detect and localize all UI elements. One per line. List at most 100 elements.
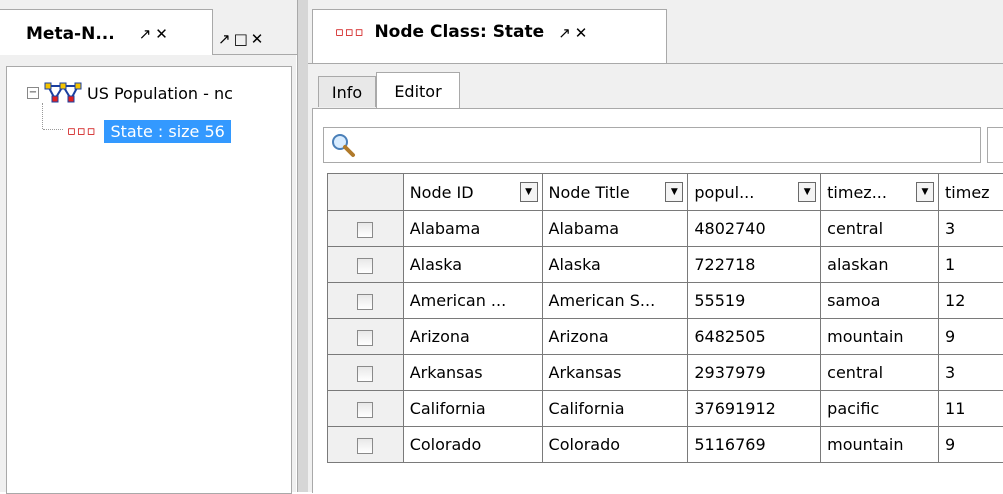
cell-timezone[interactable]: pacific (821, 391, 939, 427)
checkbox-icon[interactable] (357, 438, 373, 454)
dropdown-icon[interactable]: ▼ (520, 182, 538, 202)
row-checkbox[interactable] (328, 391, 404, 427)
collapse-icon[interactable]: − (27, 87, 39, 99)
cell-timezone-2[interactable]: 3 (939, 211, 1003, 247)
tab-panel-controls[interactable]: ↗□✕ (213, 18, 298, 54)
checkbox-icon[interactable] (357, 402, 373, 418)
node-table: Node ID ▼ Node Title▼ popul...▼ timez... ▼… (327, 173, 1003, 463)
pin-maximize-close-icons[interactable]: ↗□✕ (218, 30, 266, 48)
row-checkbox[interactable] (328, 211, 404, 247)
table-row[interactable]: American ... American S... 55519 samoa 1… (328, 283, 1003, 319)
cell-node-id[interactable]: Colorado (403, 427, 542, 463)
cell-timezone[interactable]: mountain (821, 427, 939, 463)
cell-population[interactable]: 4802740 (688, 211, 821, 247)
dropdown-icon[interactable]: ▼ (665, 182, 683, 202)
checkbox-icon[interactable] (357, 258, 373, 274)
subtab-bar: Info Editor (312, 64, 1003, 110)
table-row[interactable]: Arizona Arizona 6482505 mountain 9 (328, 319, 1003, 355)
column-label: timez... (827, 183, 887, 202)
table-row[interactable]: Arkansas Arkansas 2937979 central 3 (328, 355, 1003, 391)
column-header-node-id[interactable]: Node ID ▼ (403, 174, 542, 211)
select-all-header[interactable] (328, 174, 404, 211)
pin-close-icons[interactable]: ↗✕ (139, 25, 172, 43)
cell-timezone-2[interactable]: 9 (939, 319, 1003, 355)
node-class-icon: ▫▫▫ (335, 25, 364, 40)
checkbox-icon[interactable] (357, 294, 373, 310)
table-row[interactable]: Alabama Alabama 4802740 central 3 (328, 211, 1003, 247)
cell-timezone[interactable]: samoa (821, 283, 939, 319)
column-header-node-title[interactable]: Node Title▼ (542, 174, 688, 211)
row-checkbox[interactable] (328, 427, 404, 463)
cell-node-title[interactable]: Alaska (542, 247, 688, 283)
cell-population[interactable]: 6482505 (688, 319, 821, 355)
cell-node-id[interactable]: Alaska (403, 247, 542, 283)
meta-network-tree: − US Population - nc ▫▫▫ State : size 56 (6, 66, 292, 494)
column-header-timezone[interactable]: timez... ▼ (821, 174, 939, 211)
cell-population[interactable]: 2937979 (688, 355, 821, 391)
checkbox-icon[interactable] (357, 330, 373, 346)
tree-line (43, 129, 63, 131)
cell-timezone-2[interactable]: 12 (939, 283, 1003, 319)
cell-timezone[interactable]: central (821, 355, 939, 391)
checkbox-icon[interactable] (357, 366, 373, 382)
right-tabstrip: ▫▫▫ Node Class: State ↗✕ (308, 0, 1003, 64)
tree-item-us-population[interactable]: − US Population - nc (27, 79, 291, 107)
cell-timezone[interactable]: mountain (821, 319, 939, 355)
dropdown-icon[interactable]: ▼ (916, 182, 934, 202)
cell-node-title[interactable]: Alabama (542, 211, 688, 247)
node-table-container[interactable]: Node ID ▼ Node Title▼ popul...▼ timez... ▼… (327, 173, 1003, 493)
cell-population[interactable]: 5116769 (688, 427, 821, 463)
cell-population[interactable]: 37691912 (688, 391, 821, 427)
tree-item-state[interactable]: ▫▫▫ State : size 56 (67, 117, 291, 145)
column-header-timezone-2[interactable]: timez (939, 174, 1003, 211)
node-class-icon: ▫▫▫ (67, 124, 96, 139)
cell-node-title[interactable]: Colorado (542, 427, 688, 463)
table-row[interactable]: Alaska Alaska 722718 alaskan 1 (328, 247, 1003, 283)
row-checkbox[interactable] (328, 283, 404, 319)
search-row (323, 127, 994, 163)
cell-timezone-2[interactable]: 9 (939, 427, 1003, 463)
column-header-population[interactable]: popul...▼ (688, 174, 821, 211)
tab-node-class-label: Node Class: State (374, 22, 544, 42)
pin-close-icons[interactable]: ↗✕ (558, 24, 591, 42)
cell-node-id[interactable]: Arkansas (403, 355, 542, 391)
cell-node-title[interactable]: Arizona (542, 319, 688, 355)
right-panel-body: Info Editor Node ID ▼ (308, 64, 1003, 492)
row-checkbox[interactable] (328, 247, 404, 283)
checkbox-icon[interactable] (357, 222, 373, 238)
cell-node-title[interactable]: California (542, 391, 688, 427)
row-checkbox[interactable] (328, 319, 404, 355)
tree-root-label: US Population - nc (87, 84, 233, 103)
cell-node-title[interactable]: Arkansas (542, 355, 688, 391)
cell-population[interactable]: 55519 (688, 283, 821, 319)
cell-timezone[interactable]: alaskan (821, 247, 939, 283)
dropdown-icon[interactable]: ▼ (798, 182, 816, 202)
table-row[interactable]: California California 37691912 pacific 1… (328, 391, 1003, 427)
search-options-button[interactable] (987, 127, 1003, 163)
tab-editor[interactable]: Editor (376, 72, 460, 109)
cell-node-id[interactable]: Alabama (403, 211, 542, 247)
column-label: timez (945, 183, 990, 202)
cell-timezone-2[interactable]: 11 (939, 391, 1003, 427)
tree-child-label: State : size 56 (104, 120, 230, 143)
tab-node-class-state[interactable]: ▫▫▫ Node Class: State ↗✕ (312, 9, 667, 64)
tab-meta-network[interactable]: Meta-N... ↗✕ (0, 9, 213, 56)
row-checkbox[interactable] (328, 355, 404, 391)
cell-node-id[interactable]: American ... (403, 283, 542, 319)
tab-meta-network-label: Meta-N... (26, 24, 115, 44)
table-row[interactable]: Colorado Colorado 5116769 mountain 9 (328, 427, 1003, 463)
tab-info[interactable]: Info (318, 76, 376, 107)
cell-timezone-2[interactable]: 3 (939, 355, 1003, 391)
cell-node-id[interactable]: Arizona (403, 319, 542, 355)
left-panel-body: − US Population - nc ▫▫▫ State : size 56 (0, 55, 296, 492)
search-icon (330, 132, 356, 158)
search-input[interactable] (323, 127, 981, 163)
cell-timezone[interactable]: central (821, 211, 939, 247)
meta-network-icon (43, 82, 83, 104)
cell-node-title[interactable]: American S... (542, 283, 688, 319)
cell-node-id[interactable]: California (403, 391, 542, 427)
cell-timezone-2[interactable]: 1 (939, 247, 1003, 283)
cell-population[interactable]: 722718 (688, 247, 821, 283)
editor-pane: Node ID ▼ Node Title▼ popul...▼ timez... ▼… (312, 108, 1003, 493)
column-label: Node ID (410, 183, 474, 202)
